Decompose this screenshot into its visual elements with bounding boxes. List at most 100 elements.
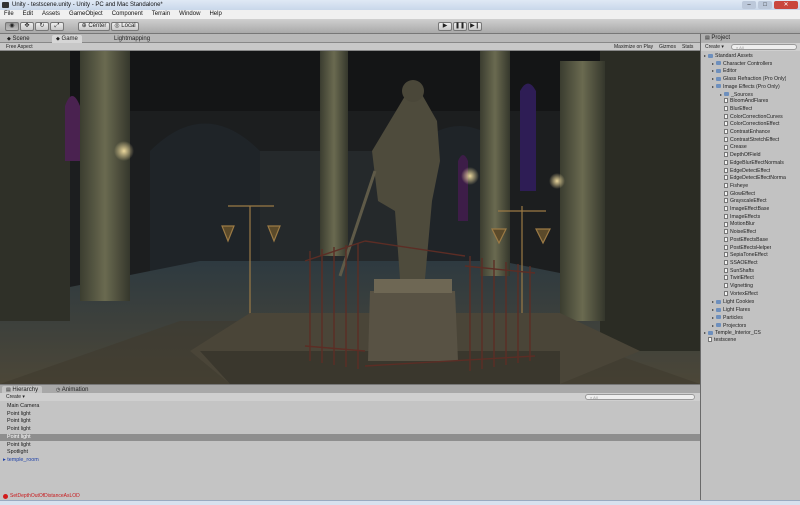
project-item[interactable]: ▸ Particles (712, 314, 743, 322)
folder-icon (716, 300, 721, 305)
hierarchy-item[interactable]: Point light (0, 418, 700, 426)
hierarchy-item[interactable]: Point light (0, 411, 700, 419)
title-bar: Unity - testscene.unity - Unity - PC and… (0, 0, 800, 10)
tab-scene[interactable]: ◆ Scene (3, 35, 34, 43)
project-item[interactable]: ContrastStretchEffect (720, 137, 779, 145)
hierarchy-item[interactable]: Point light (0, 433, 700, 442)
project-item[interactable]: ▸ Light Flares (712, 306, 750, 314)
project-item[interactable]: testscene (704, 337, 736, 345)
menu-assets[interactable]: Assets (42, 10, 60, 19)
project-item-label: testscene (714, 336, 737, 343)
status-bar[interactable]: SetDepthOutOfDistanceAsLOD (0, 492, 700, 500)
game-viewport[interactable] (0, 51, 700, 384)
project-item[interactable]: ColorCorrectionEffect (720, 121, 780, 129)
hierarchy-item[interactable]: Main Camera (0, 403, 700, 411)
hierarchy-item-label: Main Camera (7, 403, 40, 409)
project-item[interactable]: ▸ Glass Refraction (Pro Only) (712, 75, 786, 83)
project-item[interactable]: EdgeBlurEffectNormals (720, 160, 784, 168)
pause-button[interactable]: ❚❚ (453, 22, 467, 31)
project-item[interactable]: MotionBlur (720, 221, 755, 229)
project-item[interactable]: EdgeDetectEffect (720, 168, 770, 176)
project-item[interactable]: DepthOfField (720, 152, 761, 160)
project-item[interactable]: ColorCorrectionCurves (720, 114, 783, 122)
project-item-label: EdgeBlurEffectNormals (730, 159, 784, 166)
project-item[interactable]: SSAOEffect (720, 260, 758, 268)
hand-tool-button[interactable]: ◉ (5, 22, 19, 31)
menu-file[interactable]: File (4, 10, 14, 19)
project-item[interactable]: ▸ Temple_Interior_CS (704, 329, 761, 337)
folder-icon (708, 330, 713, 335)
project-item[interactable]: SepiaToneEffect (720, 252, 768, 260)
move-tool-button[interactable]: ✥ (20, 22, 34, 31)
project-item-label: Light Flares (723, 307, 751, 314)
tab-lightmapping[interactable]: Lightmapping (110, 35, 154, 43)
menu-edit[interactable]: Edit (23, 10, 33, 19)
aspect-dropdown[interactable]: Free Aspect (6, 43, 33, 51)
project-item[interactable]: PostEffectsHelper (720, 245, 771, 253)
project-item[interactable]: EdgeDetectEffectNorma (720, 175, 786, 183)
project-item-label: ColorCorrectionEffect (730, 121, 780, 128)
project-item[interactable]: PostEffectsBase (720, 237, 768, 245)
project-item[interactable]: ContrastEnhance (720, 129, 770, 137)
project-item[interactable]: ▸ Projectors (712, 322, 746, 330)
project-item[interactable]: Fisheye (720, 183, 748, 191)
scale-icon: ⤢ (54, 23, 60, 29)
pivot-label: Center (88, 23, 107, 29)
project-item[interactable]: GrayscaleEffect (720, 198, 767, 206)
minimize-button[interactable]: – (742, 1, 756, 9)
menu-component[interactable]: Component (112, 10, 143, 19)
scale-tool-button[interactable]: ⤢ (50, 22, 64, 31)
project-item[interactable]: BloomAndFlares (720, 98, 768, 106)
project-item[interactable]: VortexEffect (720, 291, 758, 299)
project-item[interactable]: TwirlEffect (720, 275, 754, 283)
project-item[interactable]: GlowEffect (720, 191, 755, 199)
tab-game[interactable]: ◆ Game (52, 35, 82, 43)
close-button[interactable]: ✕ (774, 1, 798, 9)
script-file-icon (724, 236, 728, 242)
project-item[interactable]: ▸ Standard Assets (704, 52, 753, 60)
project-item-label: Character Controllers (723, 60, 773, 67)
project-item-label: GrayscaleEffect (730, 198, 767, 205)
play-button[interactable]: ▶ (438, 22, 452, 31)
project-search-input[interactable]: ⌕ All (731, 44, 797, 50)
hierarchy-item[interactable]: Spotlight (0, 449, 700, 457)
hierarchy-item[interactable]: Point light (0, 426, 700, 434)
space-label: Local (121, 23, 136, 29)
project-item[interactable]: ▸ Image Effects (Pro Only) (712, 83, 780, 91)
hierarchy-item[interactable]: ▸ temple_room (0, 457, 700, 465)
project-item[interactable]: ▸ _Sources (720, 91, 753, 99)
hierarchy-create-dropdown[interactable]: Create ▾ (6, 393, 25, 401)
stats-toggle[interactable]: Stats (682, 43, 693, 51)
project-item[interactable]: Vignetting (720, 283, 753, 291)
project-item[interactable]: Crease (720, 144, 747, 152)
menu-help[interactable]: Help (209, 10, 221, 19)
step-button[interactable]: ▶❙ (468, 22, 482, 31)
folder-icon (716, 323, 721, 328)
pivot-space-toggle[interactable]: ◎ Local (111, 22, 139, 31)
project-item[interactable]: SunShafts (720, 268, 754, 276)
pivot-center-toggle[interactable]: ⊕ Center (78, 22, 110, 31)
gizmos-toggle[interactable]: Gizmos (659, 43, 676, 51)
project-item[interactable]: NoiseEffect (720, 229, 756, 237)
project-item[interactable]: ImageEffects (720, 214, 760, 222)
project-create-dropdown[interactable]: Create ▾ (705, 43, 724, 51)
project-item[interactable]: ▸ Character Controllers (712, 60, 772, 68)
tab-project[interactable]: ▤ Project (705, 34, 730, 43)
project-item-label: SunShafts (730, 267, 754, 274)
rotate-tool-button[interactable]: ↻ (35, 22, 49, 31)
project-item[interactable]: ▸ Editor (712, 67, 737, 75)
hierarchy-search-input[interactable]: ⌕ All (585, 394, 695, 400)
menu-terrain[interactable]: Terrain (152, 10, 170, 19)
project-item-label: DepthOfField (730, 152, 761, 159)
project-item[interactable]: ▸ Light Cookies (712, 298, 754, 306)
hierarchy-item[interactable]: Point light (0, 442, 700, 450)
maximize-on-play-toggle[interactable]: Maximize on Play (614, 43, 653, 51)
menu-gameobject[interactable]: GameObject (69, 10, 103, 19)
script-file-icon (724, 167, 728, 173)
menu-window[interactable]: Window (179, 10, 200, 19)
pause-icon: ❚❚ (454, 23, 466, 29)
project-item[interactable]: BlurEffect (720, 106, 752, 114)
maximize-button[interactable]: □ (758, 1, 772, 9)
project-item-label: MotionBlur (730, 221, 755, 228)
project-item[interactable]: ImageEffectBase (720, 206, 769, 214)
